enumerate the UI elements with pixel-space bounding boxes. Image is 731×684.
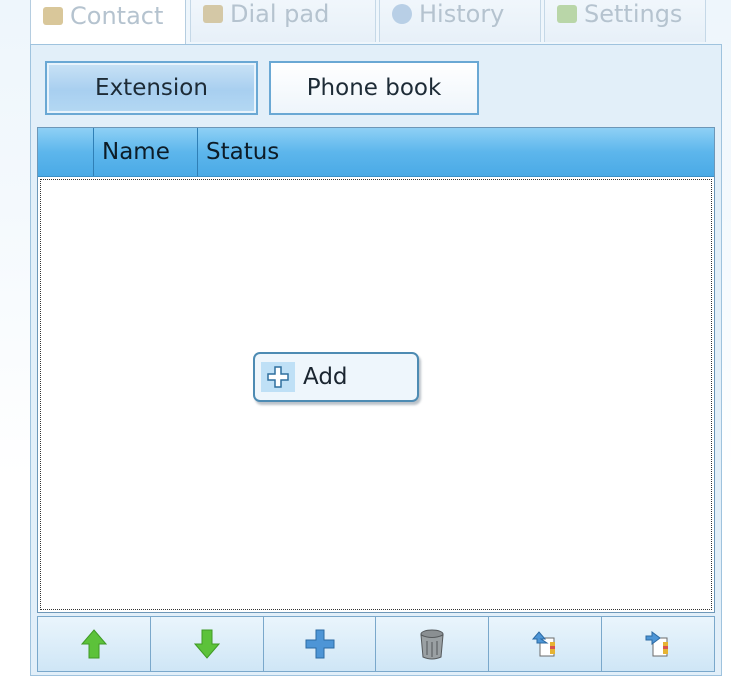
- settings-tools-icon: [557, 4, 577, 23]
- tab-contact[interactable]: Contact: [30, 0, 186, 46]
- main-tab-strip: Contact Dial pad History Settings: [30, 0, 730, 46]
- tab-dial-pad[interactable]: Dial pad: [190, 0, 376, 42]
- trash-can-icon: [420, 629, 444, 660]
- tab-settings-label: Settings: [584, 0, 683, 28]
- add-button[interactable]: Add: [253, 352, 419, 402]
- extension-grid: Name Status Add: [37, 127, 715, 613]
- column-header-select[interactable]: [38, 128, 94, 176]
- plus-icon: [267, 366, 289, 388]
- tab-dial-pad-label: Dial pad: [230, 0, 330, 28]
- grid-header: Name Status: [38, 128, 714, 177]
- add-toolbar-button[interactable]: [264, 617, 377, 671]
- grid-body[interactable]: Add: [40, 179, 712, 610]
- contact-card-icon: [43, 6, 63, 25]
- export-icon: [645, 631, 669, 657]
- dial-pad-icon: [203, 4, 223, 23]
- tab-history[interactable]: History: [379, 0, 541, 42]
- move-down-button[interactable]: [151, 617, 264, 671]
- tab-contact-label: Contact: [70, 1, 164, 30]
- import-button[interactable]: [489, 617, 603, 671]
- arrow-up-icon: [80, 629, 107, 659]
- column-header-status[interactable]: Status: [198, 128, 714, 176]
- history-clock-icon: [392, 3, 412, 24]
- arrow-down-icon: [193, 629, 220, 659]
- export-button[interactable]: [602, 617, 714, 671]
- delete-button[interactable]: [376, 617, 490, 671]
- plus-icon: [305, 629, 335, 659]
- app-window: Contact Dial pad History Settings Extens…: [0, 0, 731, 684]
- subtab-phone-book[interactable]: Phone book: [269, 61, 479, 115]
- contact-panel: Extension Phone book Name Status Add: [30, 44, 722, 676]
- tab-settings[interactable]: Settings: [544, 0, 706, 42]
- import-icon: [532, 631, 556, 657]
- add-button-label: Add: [303, 364, 348, 390]
- subtab-extension[interactable]: Extension: [45, 61, 258, 115]
- add-plus-wrap: [261, 362, 295, 392]
- column-header-name[interactable]: Name: [94, 128, 198, 176]
- grid-toolbar: [37, 616, 715, 672]
- move-up-button[interactable]: [38, 617, 151, 671]
- tab-history-label: History: [419, 0, 505, 28]
